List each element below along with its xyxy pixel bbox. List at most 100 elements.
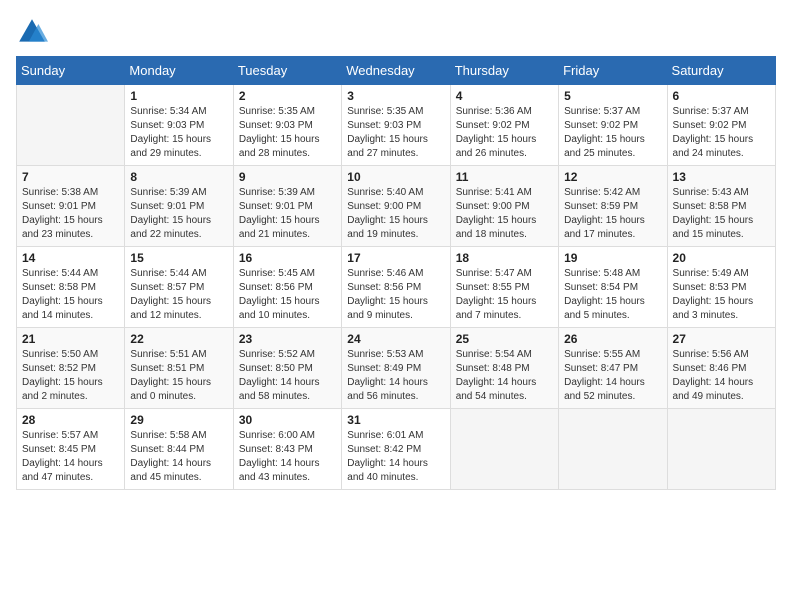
day-detail: Sunrise: 6:00 AM Sunset: 8:43 PM Dayligh… — [239, 429, 336, 485]
day-detail: Sunrise: 5:50 AM Sunset: 8:52 PM Dayligh… — [22, 348, 119, 404]
day-detail: Sunrise: 5:52 AM Sunset: 8:50 PM Dayligh… — [239, 348, 336, 404]
day-number: 11 — [456, 170, 553, 184]
weekday-header-thursday: Thursday — [450, 57, 558, 85]
weekday-header-sunday: Sunday — [17, 57, 125, 85]
calendar-cell: 7Sunrise: 5:38 AM Sunset: 9:01 PM Daylig… — [17, 166, 125, 247]
day-detail: Sunrise: 5:43 AM Sunset: 8:58 PM Dayligh… — [673, 186, 770, 242]
calendar-cell: 9 Sunrise: 5:39 AM Sunset: 9:01 PM Daylig… — [233, 166, 341, 247]
day-detail: Sunrise: 5:35 AM Sunset: 9:03 PM Dayligh… — [239, 105, 336, 161]
calendar-cell: 12Sunrise: 5:42 AM Sunset: 8:59 PM Dayli… — [559, 166, 667, 247]
day-number: 18 — [456, 251, 553, 265]
day-number: 10 — [347, 170, 444, 184]
day-number: 5 — [564, 89, 661, 103]
day-number: 23 — [239, 332, 336, 346]
week-row-2: 7Sunrise: 5:38 AM Sunset: 9:01 PM Daylig… — [17, 166, 776, 247]
day-number: 20 — [673, 251, 770, 265]
day-detail: Sunrise: 5:35 AM Sunset: 9:03 PM Dayligh… — [347, 105, 444, 161]
day-detail: Sunrise: 5:57 AM Sunset: 8:45 PM Dayligh… — [22, 429, 119, 485]
day-number: 15 — [130, 251, 227, 265]
calendar-cell: 8 Sunrise: 5:39 AM Sunset: 9:01 PM Daylig… — [125, 166, 233, 247]
calendar-cell: 20 Sunrise: 5:49 AM Sunset: 8:53 PM Dayli… — [667, 247, 775, 328]
day-detail: Sunrise: 5:45 AM Sunset: 8:56 PM Dayligh… — [239, 267, 336, 323]
day-detail: Sunrise: 5:44 AM Sunset: 8:57 PM Dayligh… — [130, 267, 227, 323]
day-detail: Sunrise: 5:36 AM Sunset: 9:02 PM Dayligh… — [456, 105, 553, 161]
day-detail: Sunrise: 5:42 AM Sunset: 8:59 PM Dayligh… — [564, 186, 661, 242]
calendar-cell — [17, 85, 125, 166]
calendar-cell — [450, 409, 558, 490]
calendar-cell: 3 Sunrise: 5:35 AM Sunset: 9:03 PM Daylig… — [342, 85, 450, 166]
calendar-cell: 29Sunrise: 5:58 AM Sunset: 8:44 PM Dayli… — [125, 409, 233, 490]
calendar-cell: 27 Sunrise: 5:56 AM Sunset: 8:46 PM Dayli… — [667, 328, 775, 409]
day-number: 28 — [22, 413, 119, 427]
day-number: 27 — [673, 332, 770, 346]
day-number: 14 — [22, 251, 119, 265]
calendar-table: SundayMondayTuesdayWednesdayThursdayFrid… — [16, 56, 776, 490]
week-row-4: 21Sunrise: 5:50 AM Sunset: 8:52 PM Dayli… — [17, 328, 776, 409]
day-detail: Sunrise: 5:39 AM Sunset: 9:01 PM Dayligh… — [130, 186, 227, 242]
calendar-cell: 31 Sunrise: 6:01 AM Sunset: 8:42 PM Dayli… — [342, 409, 450, 490]
calendar-cell: 17 Sunrise: 5:46 AM Sunset: 8:56 PM Dayli… — [342, 247, 450, 328]
day-detail: Sunrise: 5:44 AM Sunset: 8:58 PM Dayligh… — [22, 267, 119, 323]
calendar-cell: 11 Sunrise: 5:41 AM Sunset: 9:00 PM Dayli… — [450, 166, 558, 247]
day-number: 9 — [239, 170, 336, 184]
day-number: 24 — [347, 332, 444, 346]
day-detail: Sunrise: 5:39 AM Sunset: 9:01 PM Dayligh… — [239, 186, 336, 242]
calendar-cell: 22Sunrise: 5:51 AM Sunset: 8:51 PM Dayli… — [125, 328, 233, 409]
day-detail: Sunrise: 5:37 AM Sunset: 9:02 PM Dayligh… — [673, 105, 770, 161]
week-row-5: 28 Sunrise: 5:57 AM Sunset: 8:45 PM Dayli… — [17, 409, 776, 490]
day-number: 1 — [130, 89, 227, 103]
day-number: 6 — [673, 89, 770, 103]
calendar-cell: 5 Sunrise: 5:37 AM Sunset: 9:02 PM Daylig… — [559, 85, 667, 166]
day-number: 2 — [239, 89, 336, 103]
calendar-cell: 1 Sunrise: 5:34 AM Sunset: 9:03 PM Daylig… — [125, 85, 233, 166]
day-detail: Sunrise: 5:40 AM Sunset: 9:00 PM Dayligh… — [347, 186, 444, 242]
day-detail: Sunrise: 5:34 AM Sunset: 9:03 PM Dayligh… — [130, 105, 227, 161]
calendar-cell: 23 Sunrise: 5:52 AM Sunset: 8:50 PM Dayli… — [233, 328, 341, 409]
day-detail: Sunrise: 5:49 AM Sunset: 8:53 PM Dayligh… — [673, 267, 770, 323]
calendar-cell — [667, 409, 775, 490]
day-number: 17 — [347, 251, 444, 265]
day-number: 26 — [564, 332, 661, 346]
day-detail: Sunrise: 5:37 AM Sunset: 9:02 PM Dayligh… — [564, 105, 661, 161]
day-detail: Sunrise: 5:58 AM Sunset: 8:44 PM Dayligh… — [130, 429, 227, 485]
day-number: 22 — [130, 332, 227, 346]
calendar-cell: 18 Sunrise: 5:47 AM Sunset: 8:55 PM Dayli… — [450, 247, 558, 328]
day-number: 31 — [347, 413, 444, 427]
weekday-header-friday: Friday — [559, 57, 667, 85]
calendar-cell: 21Sunrise: 5:50 AM Sunset: 8:52 PM Dayli… — [17, 328, 125, 409]
day-number: 3 — [347, 89, 444, 103]
week-row-3: 14 Sunrise: 5:44 AM Sunset: 8:58 PM Dayli… — [17, 247, 776, 328]
calendar-cell: 30 Sunrise: 6:00 AM Sunset: 8:43 PM Dayli… — [233, 409, 341, 490]
day-detail: Sunrise: 5:41 AM Sunset: 9:00 PM Dayligh… — [456, 186, 553, 242]
calendar-cell: 15 Sunrise: 5:44 AM Sunset: 8:57 PM Dayli… — [125, 247, 233, 328]
day-number: 8 — [130, 170, 227, 184]
calendar-cell: 4 Sunrise: 5:36 AM Sunset: 9:02 PM Daylig… — [450, 85, 558, 166]
calendar-cell: 26Sunrise: 5:55 AM Sunset: 8:47 PM Dayli… — [559, 328, 667, 409]
day-number: 4 — [456, 89, 553, 103]
day-detail: Sunrise: 6:01 AM Sunset: 8:42 PM Dayligh… — [347, 429, 444, 485]
day-number: 19 — [564, 251, 661, 265]
day-detail: Sunrise: 5:56 AM Sunset: 8:46 PM Dayligh… — [673, 348, 770, 404]
weekday-header-monday: Monday — [125, 57, 233, 85]
day-detail: Sunrise: 5:48 AM Sunset: 8:54 PM Dayligh… — [564, 267, 661, 323]
day-number: 25 — [456, 332, 553, 346]
calendar-cell: 16 Sunrise: 5:45 AM Sunset: 8:56 PM Dayli… — [233, 247, 341, 328]
day-detail: Sunrise: 5:53 AM Sunset: 8:49 PM Dayligh… — [347, 348, 444, 404]
day-detail: Sunrise: 5:47 AM Sunset: 8:55 PM Dayligh… — [456, 267, 553, 323]
calendar-cell: 25 Sunrise: 5:54 AM Sunset: 8:48 PM Dayli… — [450, 328, 558, 409]
weekday-header-wednesday: Wednesday — [342, 57, 450, 85]
weekday-header-tuesday: Tuesday — [233, 57, 341, 85]
calendar-cell: 2 Sunrise: 5:35 AM Sunset: 9:03 PM Daylig… — [233, 85, 341, 166]
calendar-cell: 19 Sunrise: 5:48 AM Sunset: 8:54 PM Dayli… — [559, 247, 667, 328]
day-detail: Sunrise: 5:54 AM Sunset: 8:48 PM Dayligh… — [456, 348, 553, 404]
logo-icon — [16, 16, 48, 48]
day-detail: Sunrise: 5:38 AM Sunset: 9:01 PM Dayligh… — [22, 186, 119, 242]
calendar-cell: 24 Sunrise: 5:53 AM Sunset: 8:49 PM Dayli… — [342, 328, 450, 409]
page-header — [16, 16, 776, 48]
calendar-cell: 10 Sunrise: 5:40 AM Sunset: 9:00 PM Dayli… — [342, 166, 450, 247]
day-number: 30 — [239, 413, 336, 427]
calendar-cell — [559, 409, 667, 490]
day-number: 16 — [239, 251, 336, 265]
day-detail: Sunrise: 5:46 AM Sunset: 8:56 PM Dayligh… — [347, 267, 444, 323]
day-number: 13 — [673, 170, 770, 184]
